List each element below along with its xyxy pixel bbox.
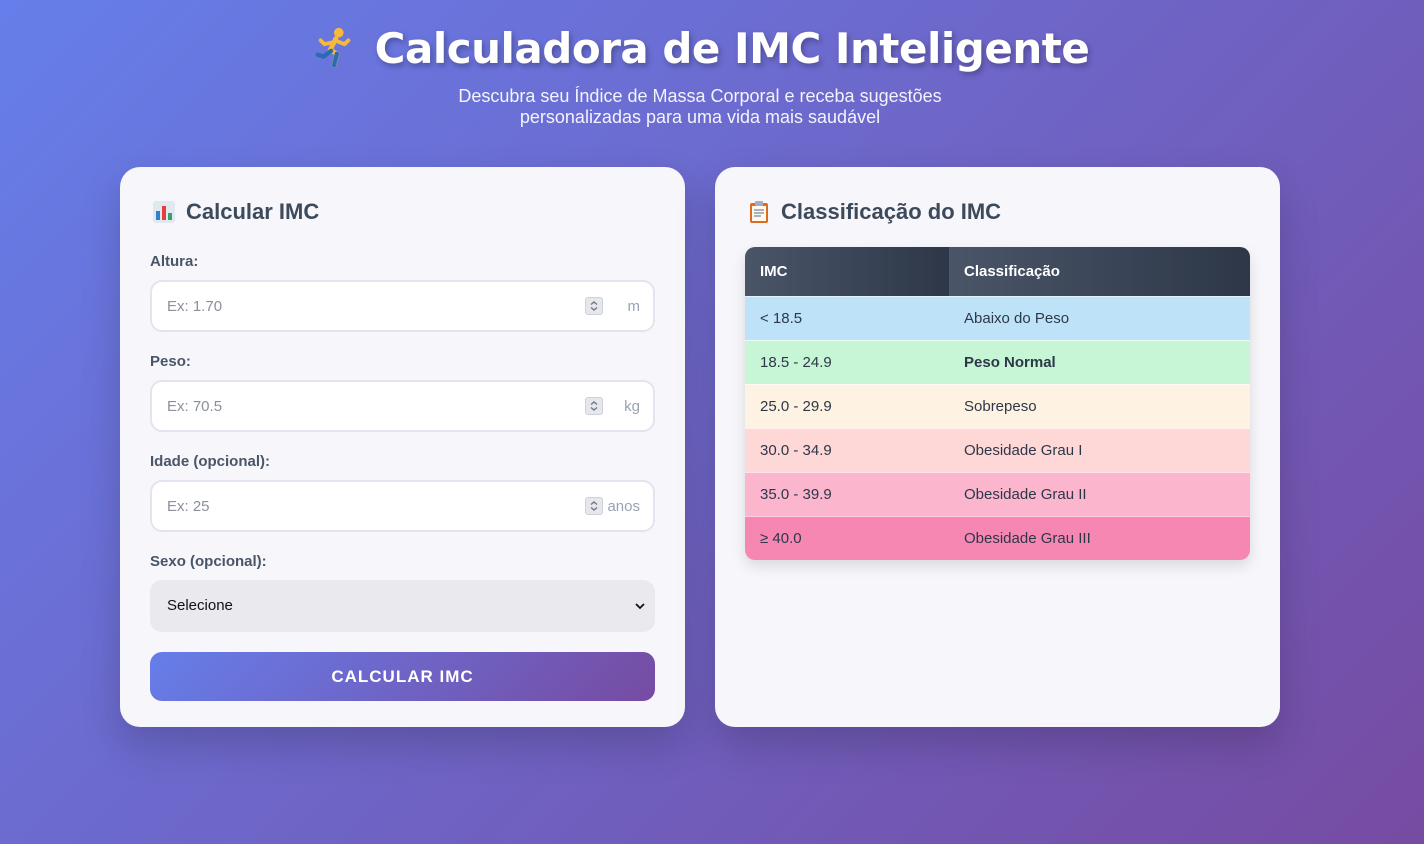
classification-cell: Abaixo do Peso: [964, 310, 1070, 327]
height-field-group: Altura: m: [150, 253, 655, 332]
chevron-down-icon: [635, 603, 645, 610]
sex-label: Sexo (opcional):: [150, 553, 267, 570]
weight-input[interactable]: [152, 382, 653, 430]
height-spinner[interactable]: [585, 297, 603, 315]
classification-cell: Obesidade Grau II: [964, 486, 1087, 503]
column-header-imc: IMC: [745, 247, 949, 296]
classification-card-title: Classificação do IMC: [781, 199, 1002, 224]
age-input[interactable]: [152, 482, 653, 530]
age-spinner[interactable]: [585, 497, 603, 515]
page-header: Calculadora de IMC Inteligente Descubra …: [0, 20, 1400, 128]
calculator-card-title: Calcular IMC: [186, 199, 320, 224]
height-input-wrapper: m: [150, 280, 655, 332]
height-label: Altura:: [150, 253, 199, 270]
title-row: Calculadora de IMC Inteligente: [0, 20, 1400, 76]
weight-spinner[interactable]: [585, 397, 603, 415]
table-row: < 18.5 Abaixo do Peso: [745, 296, 1250, 340]
bmi-form: Altura: m Peso: kg Idade (opcional):: [150, 253, 655, 701]
table-row: 18.5 - 24.9 Peso Normal: [745, 340, 1250, 384]
sex-field-group: Sexo (opcional): Selecione: [150, 553, 655, 632]
table-header-row: IMC Classificação: [745, 247, 1250, 296]
column-header-classification: Classificação: [949, 247, 1250, 296]
classification-card: Classificação do IMC IMC Classificação <…: [715, 167, 1280, 727]
height-input[interactable]: [152, 282, 653, 330]
classification-cell: Peso Normal: [964, 354, 1056, 371]
imc-range-cell: 35.0 - 39.9: [760, 486, 832, 503]
running-person-icon: [315, 27, 350, 68]
calculate-bmi-button[interactable]: CALCULAR IMC: [150, 652, 655, 701]
weight-field-group: Peso: kg: [150, 353, 655, 432]
spinner-arrows-icon: [590, 301, 598, 311]
weight-unit: kg: [624, 398, 640, 415]
calculator-card: Calcular IMC Altura: m Peso: kg: [120, 167, 685, 727]
page-subtitle: Descubra seu Índice de Massa Corporal e …: [458, 86, 942, 127]
height-unit: m: [627, 298, 641, 315]
classification-card-header: Classificação do IMC: [747, 199, 1001, 225]
page-title: Calculadora de IMC Inteligente: [374, 23, 1090, 73]
imc-range-cell: 25.0 - 29.9: [760, 398, 832, 415]
weight-label: Peso:: [150, 353, 191, 370]
table-row: 35.0 - 39.9 Obesidade Grau II: [745, 472, 1250, 516]
spinner-arrows-icon: [590, 401, 598, 411]
imc-range-cell: < 18.5: [760, 310, 803, 327]
classification-cell: Sobrepeso: [964, 398, 1037, 415]
table-row: ≥ 40.0 Obesidade Grau III: [745, 516, 1250, 560]
classification-cell: Obesidade Grau III: [964, 530, 1091, 547]
bmi-classification-table: IMC Classificação < 18.5 Abaixo do Peso …: [745, 247, 1250, 560]
imc-range-cell: 18.5 - 24.9: [760, 354, 832, 371]
imc-range-cell: 30.0 - 34.9: [760, 442, 832, 459]
spinner-arrows-icon: [590, 501, 598, 511]
sex-select-value: Selecione: [167, 597, 233, 614]
table-row: 25.0 - 29.9 Sobrepeso: [745, 384, 1250, 428]
sex-select[interactable]: Selecione: [150, 580, 655, 632]
age-unit: anos: [607, 498, 640, 515]
classification-cell: Obesidade Grau I: [964, 442, 1083, 459]
bar-chart-icon: [153, 201, 175, 223]
age-label: Idade (opcional):: [150, 453, 270, 470]
weight-input-wrapper: kg: [150, 380, 655, 432]
calculator-card-header: Calcular IMC: [152, 199, 319, 225]
clipboard-icon: [750, 201, 768, 223]
age-input-wrapper: anos: [150, 480, 655, 532]
table-row: 30.0 - 34.9 Obesidade Grau I: [745, 428, 1250, 472]
age-field-group: Idade (opcional): anos: [150, 453, 655, 532]
imc-range-cell: ≥ 40.0: [760, 530, 802, 547]
